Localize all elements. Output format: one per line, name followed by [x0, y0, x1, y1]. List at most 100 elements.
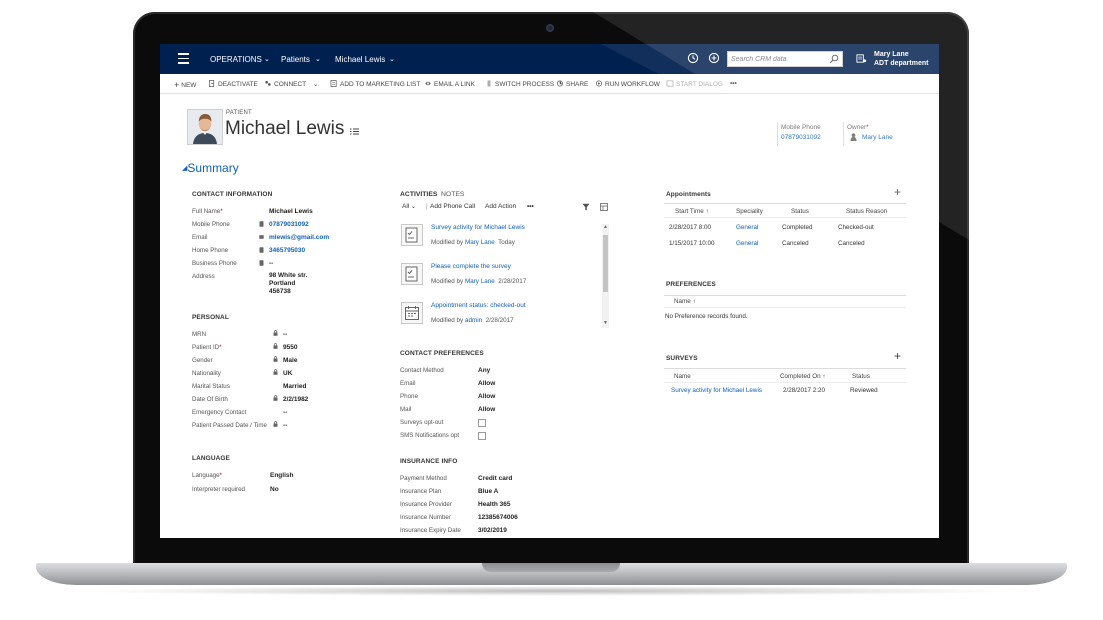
view-toggle-icon[interactable] [600, 203, 608, 211]
switch-process-button[interactable]: SWITCH PROCESS [485, 80, 554, 88]
activity-title[interactable]: Appointment status: checked-out [431, 302, 526, 309]
col-completed-on[interactable]: Completed On ↑ [780, 373, 826, 380]
summary-section-toggle[interactable]: ◢Summary [182, 161, 239, 175]
activity-modified-by[interactable]: Mary Lane [465, 278, 495, 285]
interpreter-value[interactable]: No [270, 486, 279, 493]
language-label: Language* [192, 472, 222, 479]
share-button[interactable]: SHARE [556, 80, 588, 88]
language-value[interactable]: English [270, 472, 293, 479]
phone-icon [259, 221, 264, 227]
nav-app-name[interactable]: OPERATIONS [210, 55, 262, 64]
activity-modified-by[interactable]: admin [465, 317, 482, 324]
survey-status[interactable]: Reviewed [850, 387, 878, 394]
emergency-contact-label: Emergency Contact [192, 409, 247, 416]
header-mobile-value[interactable]: 07879031092 [781, 134, 821, 141]
email-a-link-button[interactable]: EMAIL A LINK [424, 80, 475, 88]
add-survey-icon[interactable]: + [894, 349, 901, 363]
run-workflow-button[interactable]: RUN WORKFLOW [595, 80, 660, 88]
address-line-3[interactable]: 456738 [269, 288, 291, 295]
form-menu-icon[interactable] [350, 128, 359, 135]
filter-icon[interactable] [582, 203, 590, 211]
tab-activities[interactable]: ACTIVITIES [400, 191, 437, 198]
activities-filter[interactable]: All ⌄ [402, 203, 416, 210]
marital-status-value[interactable]: Married [283, 383, 306, 390]
appointment-status-reason[interactable]: Canceled [838, 240, 865, 247]
emergency-contact-value[interactable]: -- [283, 409, 287, 416]
insurance-expiry-value[interactable]: 3/02/2019 [478, 527, 507, 534]
activities-more-button[interactable]: ••• [527, 203, 534, 210]
new-button[interactable]: + NEW [174, 80, 196, 90]
search-box[interactable] [727, 51, 843, 67]
recent-clock-icon[interactable] [687, 52, 699, 64]
appointment-start[interactable]: 1/15/2017 10:00 [669, 240, 715, 247]
date-of-birth-label: Date Of Birth [192, 396, 228, 403]
appointment-status[interactable]: Canceled [782, 240, 809, 247]
hamburger-menu-icon[interactable] [178, 53, 189, 64]
col-status[interactable]: Status [852, 373, 870, 380]
create-new-icon[interactable] [708, 52, 720, 64]
insurance-provider-value[interactable]: Health 365 [478, 501, 511, 508]
appointment-speciality[interactable]: General [736, 224, 758, 231]
divider [664, 307, 906, 308]
mobile-phone-value[interactable]: 07879031092 [269, 221, 309, 228]
deactivate-button[interactable]: DEACTIVATE [208, 80, 258, 88]
entity-type-label: PATIENT [226, 110, 252, 116]
search-input[interactable] [728, 52, 827, 66]
add-action-button[interactable]: Add Action [485, 203, 516, 210]
activity-title[interactable]: Survey activity for Michael Lewis [431, 224, 525, 231]
pref-mail-value[interactable]: Allow [478, 406, 495, 413]
add-appointment-icon[interactable]: + [894, 185, 901, 199]
contact-method-value[interactable]: Any [478, 367, 490, 374]
col-name[interactable]: Name [674, 373, 691, 380]
header-mobile-label: Mobile Phone [781, 124, 821, 131]
email-label: Email [192, 234, 208, 241]
nav-record[interactable]: Michael Lewis [335, 55, 385, 64]
appointment-speciality[interactable]: General [736, 240, 758, 247]
survey-completed-on[interactable]: 2/28/2017 2:20 [783, 387, 825, 394]
appointment-status[interactable]: Completed [782, 224, 812, 231]
nav-area[interactable]: Patients [281, 55, 310, 64]
survey-name[interactable]: Survey activity for Michael Lewis [671, 387, 762, 394]
chevron-down-icon[interactable]: ⌄ [264, 55, 270, 63]
insurance-plan-value[interactable]: Blue A [478, 488, 498, 495]
chevron-down-icon[interactable]: ⌄ [315, 55, 321, 63]
email-value[interactable]: mlewis@gmail.com [269, 234, 329, 241]
col-speciality[interactable]: Speciality [736, 208, 763, 215]
chevron-down-icon[interactable]: ⌄ [389, 55, 395, 63]
user-department[interactable]: ADT department [874, 60, 928, 67]
user-name[interactable]: Mary Lane [874, 51, 909, 58]
home-phone-value[interactable]: 3465795030 [269, 247, 305, 254]
sms-opt-checkbox[interactable] [478, 432, 486, 440]
col-name[interactable]: Name ↑ [674, 298, 696, 305]
appointment-status-reason[interactable]: Checked-out [838, 224, 874, 231]
scroll-down-icon[interactable]: ▼ [603, 320, 608, 326]
header-owner-value[interactable]: Mary Lane [862, 134, 893, 141]
payment-method-value[interactable]: Credit card [478, 475, 512, 482]
user-settings-icon[interactable] [856, 53, 867, 64]
connect-button[interactable]: CONNECT [264, 80, 306, 88]
activities-scroll-thumb[interactable] [603, 235, 608, 292]
activity-modified-by[interactable]: Mary Lane [465, 239, 495, 246]
col-status-reason[interactable]: Status Reason [846, 208, 887, 215]
start-dialog-button[interactable]: START DIALOG [666, 80, 723, 88]
address-line-1[interactable]: 98 White str. [269, 272, 307, 279]
tab-notes[interactable]: NOTES [441, 191, 464, 198]
full-name-value[interactable]: Michael Lewis [269, 208, 313, 215]
add-to-marketing-list-button[interactable]: ADD TO MARKETING LIST [330, 80, 420, 88]
toolbar-separator: | [426, 203, 428, 210]
address-line-2[interactable]: Portland [269, 280, 295, 287]
connect-dropdown-icon[interactable]: ⌄ [313, 80, 318, 88]
col-status[interactable]: Status [791, 208, 809, 215]
surveys-opt-out-checkbox[interactable] [478, 419, 486, 427]
pref-email-value[interactable]: Allow [478, 380, 495, 387]
pref-phone-value[interactable]: Allow [478, 393, 495, 400]
more-commands-button[interactable]: ••• [730, 80, 737, 87]
add-phone-call-button[interactable]: Add Phone Call [430, 203, 475, 210]
business-phone-value[interactable]: -- [269, 260, 273, 267]
activity-title[interactable]: Please complete the survey [431, 263, 511, 270]
appointment-start[interactable]: 2/28/2017 8:00 [669, 224, 711, 231]
scroll-up-icon[interactable]: ▲ [603, 224, 608, 230]
insurance-number-value[interactable]: 12385674006 [478, 514, 518, 521]
col-start-time[interactable]: Start Time ↑ [675, 208, 709, 215]
search-icon[interactable] [829, 54, 839, 64]
